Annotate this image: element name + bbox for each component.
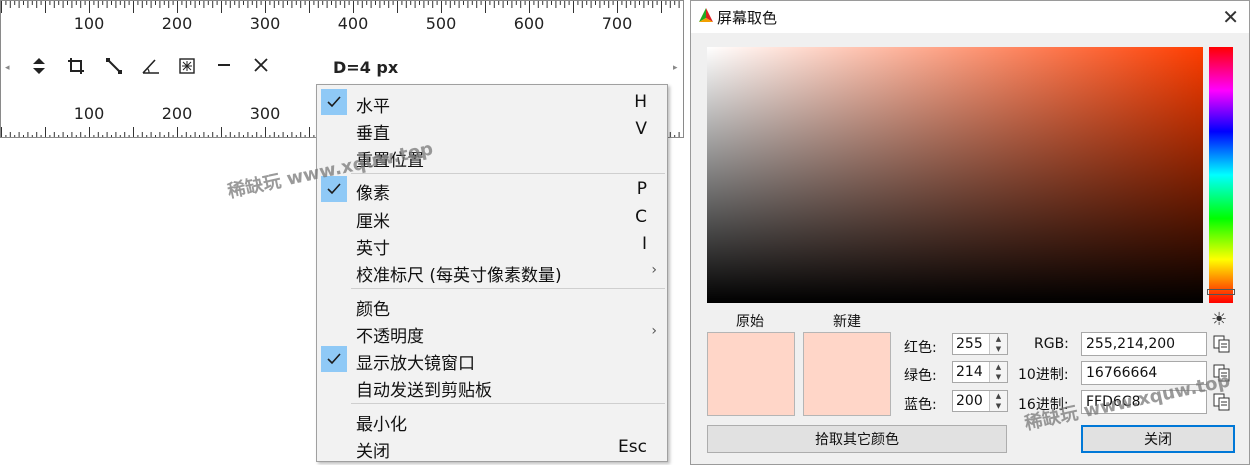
ruler-bottom-tick: 100 bbox=[73, 104, 105, 123]
angle-icon[interactable] bbox=[141, 57, 165, 81]
menu-item-label: 显示放大镜窗口 bbox=[356, 354, 475, 374]
menu-item-shortcut: H bbox=[634, 92, 647, 112]
blue-label: 蓝色: bbox=[904, 397, 937, 413]
minimize-line-icon[interactable] bbox=[216, 57, 240, 81]
hue-slider[interactable] bbox=[1209, 47, 1233, 303]
red-label: 红色: bbox=[904, 340, 937, 356]
spin-up-icon[interactable]: ▲ bbox=[990, 362, 1007, 372]
blue-value: 200 bbox=[956, 393, 983, 409]
ruler-top-tick: 300 bbox=[249, 14, 281, 33]
menu-separator bbox=[351, 403, 665, 404]
spin-up-icon[interactable]: ▲ bbox=[990, 334, 1007, 344]
menu-item-label: 垂直 bbox=[356, 124, 390, 144]
spin-down-icon[interactable]: ▼ bbox=[990, 372, 1007, 382]
window-close-icon[interactable]: ✕ bbox=[1222, 5, 1239, 29]
green-value: 214 bbox=[956, 364, 983, 380]
new-color-swatch bbox=[803, 332, 891, 416]
original-color-swatch bbox=[707, 332, 795, 416]
menu-item-minimize[interactable]: 最小化 bbox=[319, 407, 665, 435]
menu-item-auto-clipboard[interactable]: 自动发送到剪贴板 bbox=[319, 373, 665, 401]
distance-readout: D=4 px bbox=[333, 58, 399, 77]
spin-down-icon[interactable]: ▼ bbox=[990, 401, 1007, 411]
ruler-top-tick: 500 bbox=[425, 14, 457, 33]
menu-item-label: 自动发送到剪贴板 bbox=[356, 381, 492, 401]
menu-item-shortcut: C bbox=[635, 207, 647, 227]
app-icon bbox=[697, 7, 715, 29]
diagonal-line-icon[interactable] bbox=[105, 57, 129, 81]
menu-item-centimeters[interactable]: 厘米 C bbox=[319, 204, 665, 232]
menu-item-pixels[interactable]: 像素 P bbox=[319, 176, 665, 204]
decimal-value: 16766664 bbox=[1086, 365, 1158, 381]
menu-item-calibrate[interactable]: 校准标尺 (每英寸像素数量) › bbox=[319, 258, 665, 286]
menu-item-shortcut: Esc bbox=[618, 437, 647, 457]
menu-item-color[interactable]: 颜色 bbox=[319, 292, 665, 320]
close-button[interactable]: 关闭 bbox=[1081, 425, 1235, 453]
menu-item-shortcut: I bbox=[641, 234, 647, 254]
menu-item-label: 英寸 bbox=[356, 239, 390, 259]
green-label: 绿色: bbox=[904, 368, 937, 384]
menu-item-inches[interactable]: 英寸 I bbox=[319, 231, 665, 259]
move-updown-icon[interactable] bbox=[31, 57, 55, 81]
ruler-top-tick: 700 bbox=[601, 14, 633, 33]
blue-spinbox[interactable]: 200 ▲ ▼ bbox=[952, 390, 1008, 412]
menu-item-label: 颜色 bbox=[356, 300, 390, 320]
pick-other-color-button[interactable]: 拾取其它颜色 bbox=[707, 425, 1007, 453]
submenu-arrow-icon: › bbox=[651, 262, 657, 278]
close-icon[interactable] bbox=[253, 57, 277, 81]
menu-separator bbox=[351, 288, 665, 289]
menu-item-label: 不透明度 bbox=[356, 327, 424, 347]
new-label: 新建 bbox=[833, 314, 861, 330]
spin-up-icon[interactable]: ▲ bbox=[990, 391, 1007, 401]
copy-icon[interactable] bbox=[1213, 393, 1231, 411]
menu-item-horizontal[interactable]: 水平 H bbox=[319, 89, 665, 117]
menu-item-show-magnifier[interactable]: 显示放大镜窗口 bbox=[319, 346, 665, 374]
saturation-value-area[interactable] bbox=[707, 47, 1203, 303]
menu-item-shortcut: V bbox=[635, 119, 647, 139]
menu-item-label: 最小化 bbox=[356, 415, 407, 435]
ruler-top-tick: 400 bbox=[337, 14, 369, 33]
green-spinbox[interactable]: 214 ▲ ▼ bbox=[952, 361, 1008, 383]
window-title: 屏幕取色 bbox=[717, 9, 778, 27]
red-value: 255 bbox=[956, 336, 983, 352]
crop-icon[interactable] bbox=[67, 57, 91, 81]
right-edge-arrow-icon[interactable]: ▸ bbox=[673, 63, 678, 73]
copy-icon[interactable] bbox=[1213, 335, 1231, 353]
spin-down-icon[interactable]: ▼ bbox=[990, 344, 1007, 354]
menu-item-label: 校准标尺 (每英寸像素数量) bbox=[356, 266, 562, 286]
title-bar: 屏幕取色 ✕ bbox=[691, 1, 1249, 33]
ruler-bottom-tick: 300 bbox=[249, 104, 281, 123]
decimal-label: 10进制: bbox=[1018, 367, 1069, 383]
ruler-top-tick: 200 bbox=[161, 14, 193, 33]
original-label: 原始 bbox=[736, 314, 764, 330]
menu-item-label: 水平 bbox=[356, 97, 390, 117]
rgb-value: 255,214,200 bbox=[1086, 336, 1176, 352]
center-point-icon[interactable] bbox=[178, 57, 202, 81]
menu-item-opacity[interactable]: 不透明度 › bbox=[319, 319, 665, 347]
menu-separator bbox=[351, 173, 665, 174]
menu-item-shortcut: P bbox=[636, 179, 647, 199]
brightness-icon[interactable]: ☀ bbox=[1211, 309, 1227, 330]
menu-item-label: 关闭 bbox=[356, 442, 390, 462]
menu-item-label: 厘米 bbox=[356, 212, 390, 232]
check-icon bbox=[321, 89, 347, 115]
context-menu: 水平 H 垂直 V 重置位置 像素 P 厘米 C 英寸 I 校准标尺 (每英寸像… bbox=[316, 84, 668, 462]
check-icon bbox=[321, 346, 347, 372]
left-edge-arrow-icon[interactable]: ◂ bbox=[5, 63, 10, 73]
submenu-arrow-icon: › bbox=[651, 323, 657, 339]
menu-item-vertical[interactable]: 垂直 V bbox=[319, 116, 665, 144]
menu-item-close[interactable]: 关闭 Esc bbox=[319, 434, 665, 462]
red-spinbox[interactable]: 255 ▲ ▼ bbox=[952, 333, 1008, 355]
hue-slider-handle[interactable] bbox=[1207, 289, 1235, 295]
ruler-bottom-tick: 200 bbox=[161, 104, 193, 123]
ruler-top-tick: 600 bbox=[513, 14, 545, 33]
rgb-label: RGB: bbox=[1034, 336, 1069, 352]
ruler-top-tick: 100 bbox=[73, 14, 105, 33]
menu-item-label: 像素 bbox=[356, 184, 390, 204]
rgb-field[interactable]: 255,214,200 bbox=[1081, 332, 1207, 356]
